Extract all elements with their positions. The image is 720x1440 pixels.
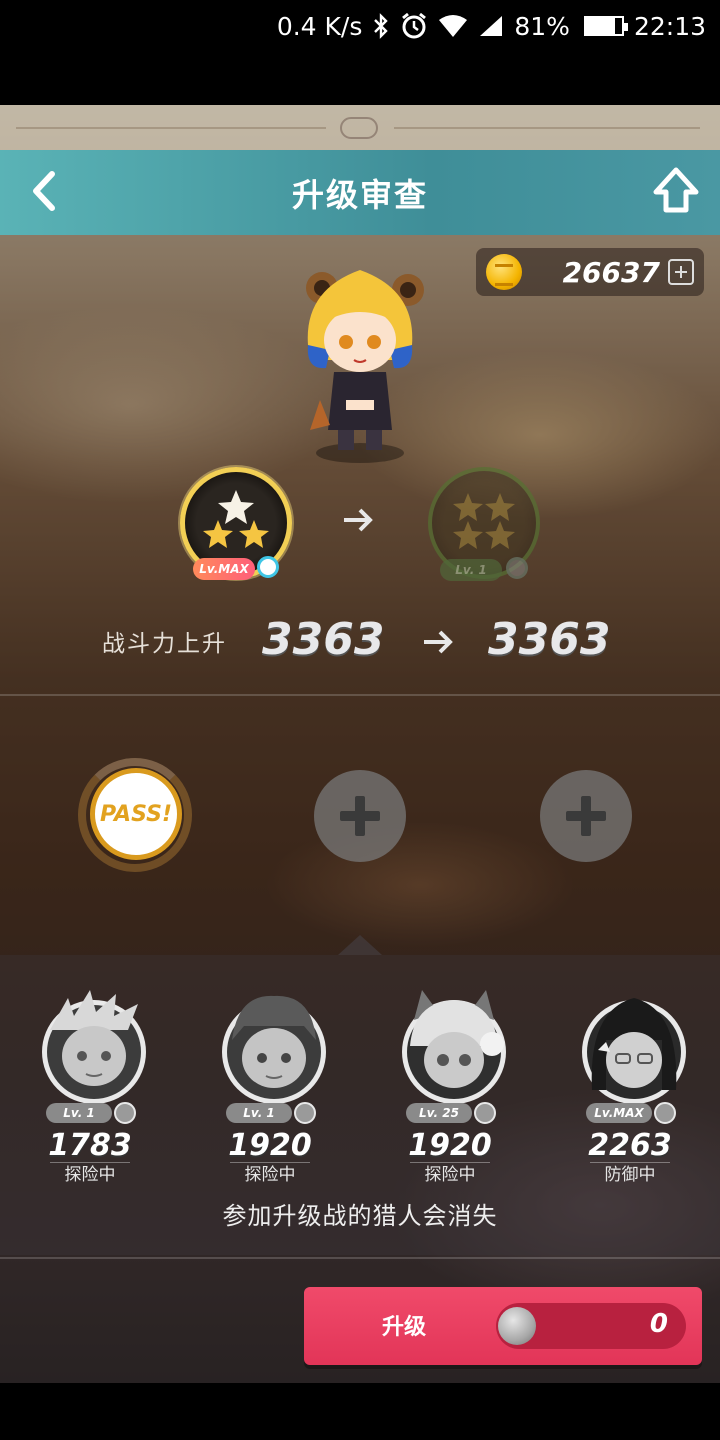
strip-line-right xyxy=(394,127,700,129)
top-bar: 升级审查 xyxy=(0,150,720,235)
status-bar: 0.4 K/s 81% 22:13 xyxy=(0,0,720,52)
hunter-portrait xyxy=(582,998,686,1104)
panel-pointer xyxy=(338,935,382,955)
battery-fill xyxy=(585,18,616,34)
current-level-tag: Lv.MAX xyxy=(193,558,255,580)
add-hunter-slot-2[interactable] xyxy=(540,770,632,862)
hunter-status: 探险中 xyxy=(64,1165,116,1185)
home-icon[interactable] xyxy=(652,166,700,216)
hunter-power: 1783 xyxy=(48,1128,132,1163)
hunter-status: 探险中 xyxy=(244,1165,296,1185)
bluetooth-icon xyxy=(374,13,389,39)
currency-amount: 26637 xyxy=(562,255,660,289)
hunter-level: Lv. 25 xyxy=(406,1103,472,1123)
arrow-right-icon xyxy=(344,508,373,532)
divider xyxy=(0,1257,720,1259)
hand-icon xyxy=(474,1102,496,1124)
cost-value: 0 xyxy=(649,1309,668,1339)
pass-slot[interactable]: PASS! xyxy=(90,768,182,860)
network-speed: 0.4 K/s xyxy=(276,11,363,41)
next-grade-badge: Lv. 1 xyxy=(428,467,540,581)
battery-percent: 81% xyxy=(514,11,570,41)
hunter-portrait xyxy=(42,990,146,1104)
gem-icon xyxy=(257,556,279,578)
hunter-card-2[interactable]: Lv. 1 1920 探险中 xyxy=(200,990,340,1190)
hunter-status: 防御中 xyxy=(604,1165,656,1185)
strip-line-left xyxy=(16,127,326,129)
power-to: 3363 xyxy=(488,614,611,665)
plus-square-icon[interactable] xyxy=(668,259,694,285)
hunter-power: 1920 xyxy=(408,1128,492,1163)
hunter-level: Lv. 1 xyxy=(46,1103,112,1123)
hunter-card-3[interactable]: Lv. 25 1920 探险中 xyxy=(380,990,520,1190)
current-grade-badge: Lv.MAX xyxy=(180,467,292,580)
divider xyxy=(0,694,720,696)
hand-icon xyxy=(294,1102,316,1124)
hunter-level: Lv.MAX xyxy=(586,1103,652,1123)
game-screen: 0.4 K/s 81% 22:13 升级审查 26637 Lv.MAX Lv. … xyxy=(0,0,720,1440)
hunter-power: 2263 xyxy=(588,1128,672,1163)
upgrade-label: 升级 xyxy=(382,1315,427,1340)
signal-icon xyxy=(480,16,503,36)
chat-strip[interactable] xyxy=(0,105,720,150)
upgrade-cost: 0 xyxy=(496,1303,686,1349)
battery-icon xyxy=(583,16,628,36)
upgrade-button[interactable]: 升级 0 xyxy=(304,1287,702,1365)
add-hunter-slot-1[interactable] xyxy=(314,770,406,862)
alarm-icon xyxy=(402,12,427,39)
next-level-tag: Lv. 1 xyxy=(440,559,502,581)
page-title: 升级审查 xyxy=(291,175,428,214)
arrow-right-icon xyxy=(424,630,453,654)
hunter-character xyxy=(306,270,424,463)
gem-icon xyxy=(506,557,528,579)
hunter-level: Lv. 1 xyxy=(226,1103,292,1123)
hunter-card-1[interactable]: Lv. 1 1783 探险中 xyxy=(20,990,160,1190)
chevron-left-icon[interactable] xyxy=(22,168,68,214)
hunter-power: 1920 xyxy=(228,1128,312,1163)
silver-coin-icon xyxy=(498,1307,536,1345)
pass-label: PASS! xyxy=(99,801,173,827)
hunter-status: 探险中 xyxy=(424,1165,476,1185)
power-label: 战斗力上升 xyxy=(102,631,227,657)
warning-notice: 参加升级战的猎人会消失 xyxy=(222,1202,498,1230)
power-from: 3363 xyxy=(262,614,385,665)
chat-icon[interactable] xyxy=(340,117,378,139)
hand-icon xyxy=(114,1102,136,1124)
clock: 22:13 xyxy=(633,11,706,41)
gold-coin-icon xyxy=(486,254,522,290)
hunter-card-4[interactable]: Lv.MAX 2263 防御中 xyxy=(560,990,700,1190)
wifi-icon xyxy=(439,15,468,37)
hunter-portrait xyxy=(402,990,506,1104)
hunter-portrait xyxy=(222,995,326,1104)
currency-counter: 26637 xyxy=(476,248,704,296)
gem-icon xyxy=(654,1102,676,1124)
